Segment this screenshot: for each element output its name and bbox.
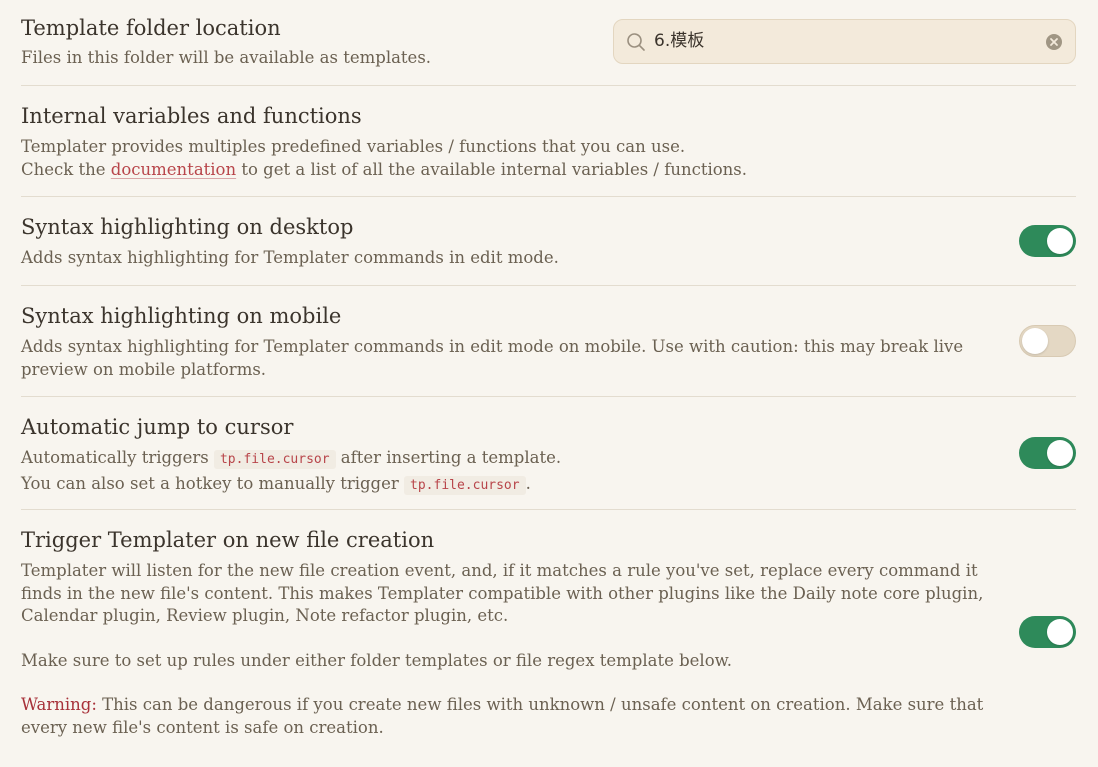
toggle-knob bbox=[1047, 440, 1073, 466]
desc-paragraph: Templater will listen for the new file c… bbox=[21, 561, 984, 625]
desc-suffix: to get a list of all the available inter… bbox=[236, 159, 748, 179]
warning-label: Warning: bbox=[21, 695, 97, 714]
desc-paragraph: Warning: This can be dangerous if you cr… bbox=[21, 694, 986, 739]
documentation-link[interactable]: documentation bbox=[111, 160, 236, 179]
clear-icon[interactable] bbox=[1045, 33, 1063, 51]
code-snippet: tp.file.cursor bbox=[213, 450, 336, 469]
desc-prefix: Check the bbox=[21, 159, 111, 179]
desc-prefix: Automatically triggers bbox=[21, 448, 214, 467]
desc-suffix: after inserting a template. bbox=[335, 448, 562, 467]
setting-description: Files in this folder will be available a… bbox=[21, 48, 432, 67]
desc-line: You can also set a hotkey to manually tr… bbox=[21, 472, 561, 498]
setting-internal-variables: Internal variables and functions Templat… bbox=[21, 86, 1076, 197]
desc-line: Automatically triggers tp.file.cursor af… bbox=[21, 446, 561, 472]
setting-description: Adds syntax highlighting for Templater c… bbox=[21, 248, 559, 267]
desc-prefix: You can also set a hotkey to manually tr… bbox=[21, 473, 405, 493]
setting-name: Internal variables and functions bbox=[21, 104, 362, 128]
trigger-new-file-toggle[interactable] bbox=[1019, 616, 1076, 648]
setting-name: Automatic jump to cursor bbox=[21, 415, 294, 439]
desc-line: Check the documentation to get a list of… bbox=[21, 159, 747, 182]
toggle-knob bbox=[1022, 328, 1048, 354]
setting-description: Automatically triggers tp.file.cursor af… bbox=[21, 446, 561, 497]
template-folder-input[interactable] bbox=[654, 20, 1034, 63]
setting-description: Adds syntax highlighting for Templater c… bbox=[21, 337, 964, 379]
toggle-knob bbox=[1047, 619, 1073, 645]
toggle-knob bbox=[1047, 228, 1073, 254]
setting-description: Templater will listen for the new file c… bbox=[21, 560, 986, 739]
setting-trigger-new-file: Trigger Templater on new file creation T… bbox=[21, 510, 1076, 767]
code-snippet: tp.file.cursor bbox=[404, 475, 526, 495]
setting-name: Template folder location bbox=[21, 16, 281, 40]
search-icon bbox=[627, 33, 645, 51]
desc-paragraph: Make sure to set up rules under either f… bbox=[21, 650, 733, 670]
template-folder-search[interactable] bbox=[613, 19, 1076, 64]
auto-jump-toggle[interactable] bbox=[1019, 437, 1076, 469]
warning-text: This can be dangerous if you create new … bbox=[21, 695, 984, 737]
setting-name: Syntax highlighting on desktop bbox=[21, 215, 354, 239]
desc-suffix: . bbox=[525, 473, 531, 493]
syntax-desktop-toggle[interactable] bbox=[1019, 225, 1076, 257]
setting-syntax-mobile: Syntax highlighting on mobile Adds synta… bbox=[21, 286, 1076, 397]
setting-name: Trigger Templater on new file creation bbox=[21, 528, 435, 552]
setting-description: Templater provides multiples predefined … bbox=[21, 136, 747, 181]
setting-syntax-desktop: Syntax highlighting on desktop Adds synt… bbox=[21, 197, 1076, 286]
setting-auto-jump: Automatic jump to cursor Automatically t… bbox=[21, 397, 1076, 510]
setting-name: Syntax highlighting on mobile bbox=[21, 304, 342, 328]
syntax-mobile-toggle[interactable] bbox=[1019, 325, 1076, 357]
desc-line: Templater provides multiples predefined … bbox=[21, 137, 686, 156]
